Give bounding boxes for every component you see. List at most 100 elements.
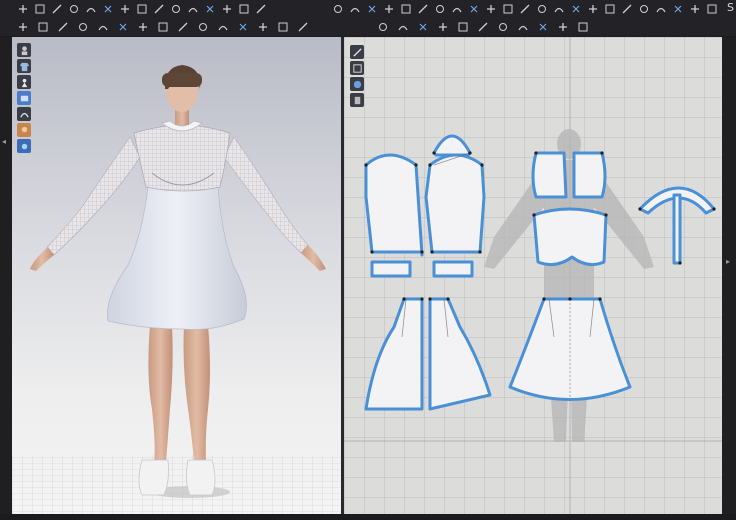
left-sleeve bbox=[46, 136, 141, 256]
grading-icon[interactable] bbox=[705, 2, 719, 16]
rectangle-icon[interactable] bbox=[101, 2, 115, 16]
polygon-icon[interactable] bbox=[382, 2, 396, 16]
texture-mode-icon[interactable] bbox=[17, 107, 31, 121]
internal-rect-icon[interactable] bbox=[467, 2, 481, 16]
curve-point-icon[interactable] bbox=[433, 2, 447, 16]
viewport-2d-toolbar bbox=[350, 45, 364, 109]
puckering-icon[interactable] bbox=[620, 2, 634, 16]
fold-icon[interactable] bbox=[169, 2, 183, 16]
lengthen-icon[interactable] bbox=[516, 20, 530, 34]
pin-icon-2[interactable] bbox=[637, 2, 651, 16]
viewport-3d[interactable] bbox=[12, 37, 341, 514]
avatar-scene bbox=[12, 65, 341, 514]
viewport-3d-toolbar bbox=[17, 43, 31, 155]
graphic-icon[interactable] bbox=[176, 20, 190, 34]
internal-polygon-icon[interactable] bbox=[450, 2, 464, 16]
edit-pattern-icon[interactable] bbox=[50, 2, 64, 16]
brush-icon[interactable] bbox=[36, 20, 50, 34]
edit-pattern-icon-2[interactable] bbox=[348, 2, 362, 16]
transform-pattern-icon[interactable] bbox=[33, 2, 47, 16]
measure-icon[interactable] bbox=[116, 20, 130, 34]
circle-icon[interactable] bbox=[416, 2, 430, 16]
piping-icon[interactable] bbox=[671, 2, 685, 16]
viewport-2d-pattern[interactable] bbox=[344, 37, 722, 514]
line-tool-icon[interactable] bbox=[576, 20, 590, 34]
left-edge-strip: ◂ bbox=[0, 37, 12, 514]
arrangement-icon[interactable] bbox=[220, 2, 234, 16]
fabric-render-icon[interactable] bbox=[17, 91, 31, 105]
smoothen-icon[interactable] bbox=[536, 20, 550, 34]
pattern-pieces bbox=[364, 134, 716, 411]
collapse-left-icon[interactable]: ◂ bbox=[2, 137, 6, 146]
rectangle-icon-2[interactable] bbox=[399, 2, 413, 16]
add-point-icon[interactable] bbox=[84, 2, 98, 16]
pattern-display-icon[interactable] bbox=[350, 45, 364, 59]
segment-sewing-icon-2[interactable] bbox=[569, 2, 583, 16]
internal-circle-icon[interactable] bbox=[484, 2, 498, 16]
spread-icon[interactable] bbox=[496, 20, 510, 34]
dart-icon[interactable] bbox=[501, 2, 515, 16]
tack-icon[interactable] bbox=[237, 2, 251, 16]
baseline-icon[interactable] bbox=[416, 20, 430, 34]
topstitch-icon[interactable] bbox=[236, 20, 250, 34]
internal-shape-icon[interactable] bbox=[118, 2, 132, 16]
pattern-skirt-front-right bbox=[428, 297, 492, 411]
display-pattern-icon[interactable] bbox=[17, 75, 31, 89]
free-sewing-icon[interactable] bbox=[152, 2, 166, 16]
tuck-icon[interactable] bbox=[76, 20, 90, 34]
edit-curvature-icon[interactable] bbox=[67, 2, 81, 16]
left-sneaker bbox=[138, 459, 169, 496]
thickness-icon[interactable] bbox=[350, 93, 364, 107]
trace-icon[interactable] bbox=[518, 2, 532, 16]
zipper-icon[interactable] bbox=[654, 2, 668, 16]
texture-icon[interactable] bbox=[156, 20, 170, 34]
right-sneaker bbox=[186, 459, 216, 496]
pattern-bodice-front-right bbox=[572, 151, 607, 199]
unfold-icon[interactable] bbox=[376, 20, 390, 34]
display-avatar-icon[interactable] bbox=[17, 43, 31, 57]
light-icon[interactable] bbox=[17, 139, 31, 153]
topstitch-icon-2[interactable] bbox=[556, 20, 570, 34]
left-leg bbox=[148, 325, 173, 462]
slash-icon[interactable] bbox=[476, 20, 490, 34]
skin-icon[interactable] bbox=[17, 123, 31, 137]
pattern-cuff-left bbox=[370, 260, 412, 278]
select-fabric-icon[interactable] bbox=[256, 20, 270, 34]
free-sewing-icon-2[interactable] bbox=[586, 2, 600, 16]
show-grid-icon[interactable] bbox=[350, 61, 364, 75]
smooth-icon[interactable] bbox=[96, 20, 110, 34]
display-garment-icon[interactable] bbox=[17, 59, 31, 73]
dress-skirt bbox=[107, 186, 247, 330]
fabric-color-icon[interactable] bbox=[350, 77, 364, 91]
button-icon[interactable] bbox=[196, 20, 210, 34]
avatar-icon[interactable] bbox=[203, 2, 217, 16]
buttonhole-icon[interactable] bbox=[216, 20, 230, 34]
seam-allowance-icon[interactable] bbox=[552, 2, 566, 16]
move-icon[interactable] bbox=[16, 2, 30, 16]
zoom-icon[interactable] bbox=[331, 2, 345, 16]
pattern-cuff-top bbox=[432, 134, 472, 157]
main-toolbar-row2 bbox=[0, 18, 736, 36]
transform-icon-2[interactable] bbox=[365, 2, 379, 16]
fold-arrange-icon[interactable] bbox=[136, 20, 150, 34]
expand-right-icon[interactable]: ▸ bbox=[726, 257, 730, 266]
segment-sewing-icon[interactable] bbox=[135, 2, 149, 16]
mirror-icon[interactable] bbox=[456, 20, 470, 34]
symmetry-icon[interactable] bbox=[396, 20, 410, 34]
pattern-sleeve-right bbox=[424, 153, 486, 254]
sew-line-icon[interactable] bbox=[296, 20, 310, 34]
pin-icon[interactable] bbox=[186, 2, 200, 16]
offset-icon[interactable] bbox=[436, 20, 450, 34]
check-sewing-icon[interactable] bbox=[603, 2, 617, 16]
pattern-sleeve-left bbox=[364, 153, 424, 257]
pattern-skirt-front-left bbox=[364, 297, 424, 411]
select-mesh-icon[interactable] bbox=[16, 20, 30, 34]
elastic-icon[interactable] bbox=[688, 2, 702, 16]
pattern-cuff-right bbox=[432, 260, 474, 278]
right-edge-strip: ▸ bbox=[722, 37, 736, 514]
steam-icon[interactable] bbox=[56, 20, 70, 34]
edit-texture-icon[interactable] bbox=[276, 20, 290, 34]
pattern-layout bbox=[344, 37, 722, 514]
notch-icon[interactable] bbox=[535, 2, 549, 16]
trim-icon[interactable] bbox=[254, 2, 268, 16]
